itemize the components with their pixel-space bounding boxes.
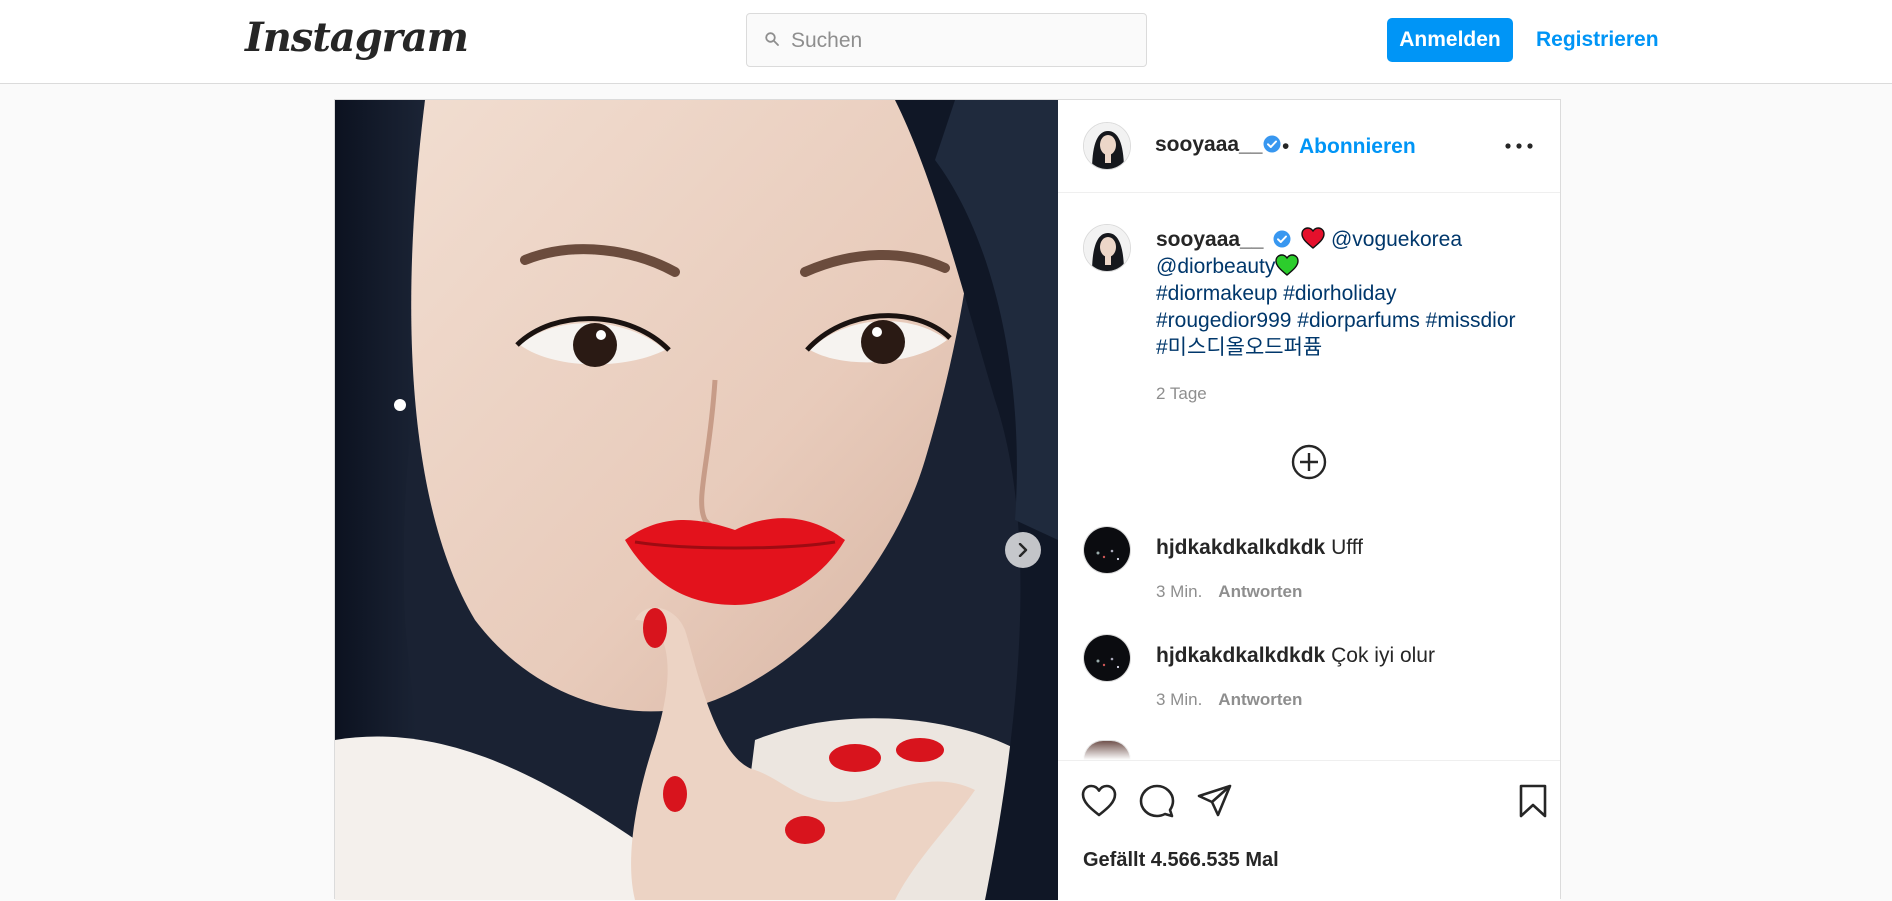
post-actions: Gefällt 4.566.535 Mal bbox=[1058, 760, 1560, 901]
avatar-image bbox=[1084, 225, 1130, 271]
follow-button[interactable]: Abonnieren bbox=[1299, 135, 1416, 159]
comment-item: hjdkakdkalkdkdk Ufff 3 Min. Antworten bbox=[1058, 526, 1560, 626]
likes-count[interactable]: Gefällt 4.566.535 Mal bbox=[1083, 849, 1279, 872]
commenter-avatar[interactable] bbox=[1083, 634, 1131, 682]
post-caption: sooyaaa__ @voguekorea @diorbeauty #diorm… bbox=[1156, 226, 1546, 361]
verified-badge-icon bbox=[1273, 230, 1291, 248]
comment-time[interactable]: 3 Min. bbox=[1156, 690, 1202, 709]
signup-link[interactable]: Registrieren bbox=[1536, 28, 1659, 52]
comment-item: hjdkakdkalkdkdk Çok iyi olur 3 Min. Antwo… bbox=[1058, 634, 1560, 734]
verified-badge-icon bbox=[1263, 135, 1281, 153]
mention-diorbeauty[interactable]: @diorbeauty bbox=[1156, 255, 1275, 278]
search-box[interactable] bbox=[746, 13, 1147, 67]
avatar-image bbox=[1084, 123, 1130, 169]
comment-meta: 3 Min. Antworten bbox=[1156, 690, 1302, 710]
avatar-image bbox=[1084, 635, 1130, 681]
comment-username[interactable]: hjdkakdkalkdkdk bbox=[1156, 644, 1325, 667]
login-button[interactable]: Anmelden bbox=[1387, 18, 1513, 62]
post-image[interactable] bbox=[335, 100, 1058, 900]
comments-fade bbox=[1058, 740, 1560, 760]
author-avatar[interactable] bbox=[1083, 122, 1131, 170]
mention-voguekorea[interactable]: @voguekorea bbox=[1331, 228, 1462, 251]
comment-meta: 3 Min. Antworten bbox=[1156, 582, 1302, 602]
instagram-logo[interactable]: Instagram bbox=[245, 14, 469, 61]
author-username[interactable]: sooyaaa__ bbox=[1155, 133, 1262, 157]
reply-button[interactable]: Antworten bbox=[1218, 690, 1302, 709]
add-comment-icon[interactable] bbox=[1291, 444, 1327, 480]
bookmark-icon[interactable] bbox=[1518, 784, 1548, 818]
caption-avatar[interactable] bbox=[1083, 224, 1131, 272]
share-icon[interactable] bbox=[1197, 784, 1233, 818]
chevron-right-icon bbox=[1018, 543, 1028, 557]
post-time[interactable]: 2 Tage bbox=[1156, 384, 1207, 404]
portrait-photo bbox=[335, 100, 1058, 900]
commenter-avatar[interactable] bbox=[1083, 526, 1131, 574]
hashtags-line-2[interactable]: #rougedior999 #diorparfums #missdior bbox=[1156, 309, 1516, 332]
search-icon bbox=[765, 32, 779, 46]
hashtags-line-1[interactable]: #diormakeup #diorholiday bbox=[1156, 282, 1397, 305]
caption-username[interactable]: sooyaaa__ bbox=[1156, 228, 1263, 251]
comment-icon[interactable] bbox=[1139, 784, 1175, 818]
comment-text: Ufff bbox=[1331, 536, 1364, 559]
more-options-icon[interactable] bbox=[1504, 136, 1534, 156]
hashtags-line-3[interactable]: #미스디올오드퍼퓸 bbox=[1156, 336, 1322, 359]
reply-button[interactable]: Antworten bbox=[1218, 582, 1302, 601]
top-navigation: Instagram Anmelden Registrieren bbox=[0, 0, 1892, 84]
search-input[interactable] bbox=[789, 24, 1133, 58]
post-sidebar: sooyaaa__ • Abonnieren sooyaaa__ @voguek… bbox=[1058, 100, 1560, 901]
red-heart-emoji-icon bbox=[1301, 227, 1325, 249]
heart-icon[interactable] bbox=[1081, 784, 1117, 818]
comment-text-row: hjdkakdkalkdkdk Çok iyi olur bbox=[1156, 644, 1435, 668]
post-card: sooyaaa__ • Abonnieren sooyaaa__ @voguek… bbox=[334, 99, 1561, 901]
comment-time[interactable]: 3 Min. bbox=[1156, 582, 1202, 601]
comment-username[interactable]: hjdkakdkalkdkdk bbox=[1156, 536, 1325, 559]
comment-text-row: hjdkakdkalkdkdk Ufff bbox=[1156, 536, 1363, 560]
post-header: sooyaaa__ • Abonnieren bbox=[1058, 100, 1560, 193]
green-heart-emoji-icon bbox=[1275, 254, 1300, 276]
avatar-image bbox=[1084, 527, 1130, 573]
header-separator: • bbox=[1282, 135, 1290, 158]
next-image-button[interactable] bbox=[1005, 532, 1041, 568]
comment-text: Çok iyi olur bbox=[1331, 644, 1435, 667]
